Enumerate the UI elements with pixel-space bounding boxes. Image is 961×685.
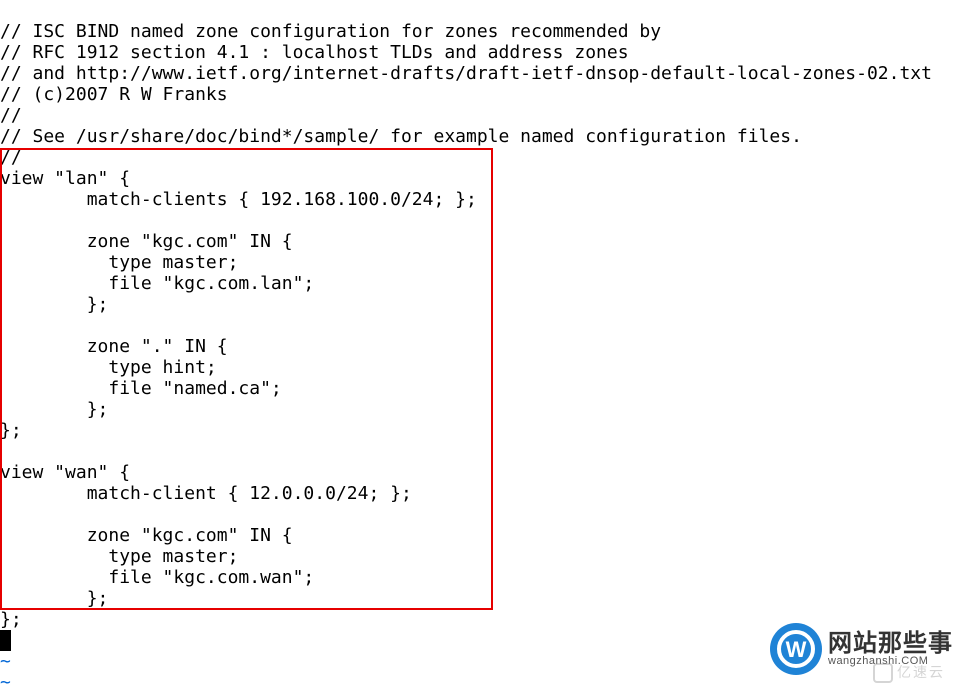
comment-line: // See /usr/share/doc/bind*/sample/ for … [0,126,802,147]
config-line: }; [0,420,22,441]
config-line: file "kgc.com.wan"; [0,567,314,588]
config-line: zone "." IN { [0,336,228,357]
watermark-cn-text: 网站那些事 [828,632,953,656]
watermark-secondary: 亿速云 [873,662,945,683]
watermark-logo-circle: W [770,623,822,675]
comment-line: // and http://www.ietf.org/internet-draf… [0,63,932,84]
config-line: zone "kgc.com" IN { [0,525,293,546]
comment-line: // RFC 1912 section 4.1 : localhost TLDs… [0,42,629,63]
config-line: type hint; [0,357,217,378]
comment-line: // (c)2007 R W Franks [0,84,228,105]
watermark-secondary-text: 亿速云 [897,662,945,683]
config-line: type master; [0,252,238,273]
terminal-editor-viewport[interactable]: // ISC BIND named zone configuration for… [0,0,961,685]
config-line: match-client { 12.0.0.0/24; }; [0,483,412,504]
config-line: match-clients { 192.168.100.0/24; }; [0,189,477,210]
text-cursor [0,630,11,651]
comment-line: // [0,147,22,168]
config-line: }; [0,588,108,609]
vim-tilde-line: ~ [0,672,11,685]
config-line: type master; [0,546,238,567]
comment-line: // ISC BIND named zone configuration for… [0,21,661,42]
config-line: view "lan" { [0,168,130,189]
config-line: view "wan" { [0,462,130,483]
vim-tilde-line: ~ [0,651,11,672]
config-line: zone "kgc.com" IN { [0,231,293,252]
config-line: file "named.ca"; [0,378,282,399]
watermark-logo-letter: W [777,630,815,668]
config-line: file "kgc.com.lan"; [0,273,314,294]
comment-line: // [0,105,22,126]
watermark-secondary-icon [873,663,893,683]
config-line: }; [0,609,22,630]
config-line: }; [0,399,108,420]
config-line: }; [0,294,108,315]
